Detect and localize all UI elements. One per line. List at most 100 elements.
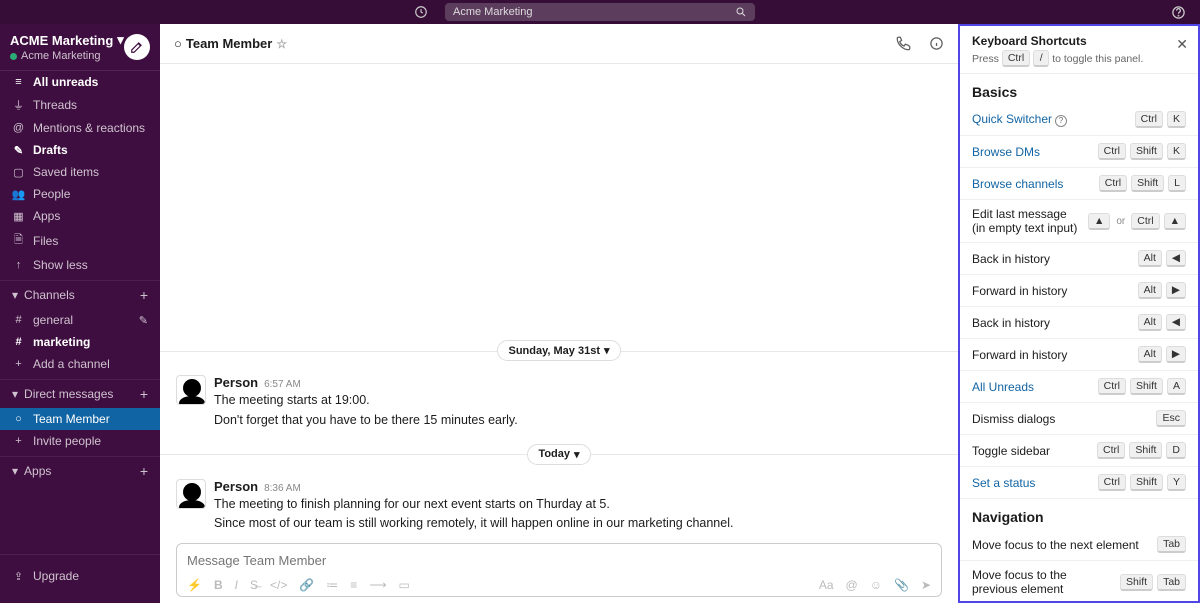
ulist-icon[interactable]: ≡: [350, 578, 357, 592]
nav-icon: ≡: [12, 76, 25, 88]
add-app-icon[interactable]: +: [140, 463, 148, 479]
shortcut-label[interactable]: Browse DMs: [972, 145, 1090, 159]
avatar[interactable]: [176, 375, 206, 405]
key: Ctrl: [1097, 442, 1125, 459]
sidebar: ACME Marketing▾ Acme Marketing ≡All unre…: [0, 24, 160, 603]
shortcut-label[interactable]: All Unreads: [972, 380, 1090, 394]
caret-icon: ▾: [12, 387, 18, 401]
info-icon[interactable]: [929, 36, 944, 51]
bold-icon[interactable]: B: [214, 578, 223, 592]
message-list: Sunday, May 31st▾ Person6:57 AMThe meeti…: [160, 64, 958, 543]
shortcut-row: Move focus to the next elementTab: [960, 529, 1198, 561]
key: Ctrl: [1098, 143, 1126, 160]
hash-icon: #: [12, 314, 25, 326]
key: K: [1167, 143, 1186, 160]
composer-input[interactable]: [187, 553, 931, 568]
attach-icon[interactable]: 📎: [894, 578, 909, 592]
invite-people[interactable]: +Invite people: [0, 430, 160, 452]
shortcut-label: Back in history: [972, 316, 1130, 330]
search-input[interactable]: Acme Marketing: [445, 3, 755, 21]
message-composer[interactable]: ⚡ B I S̶ </> 🔗 ≔ ≡ ⟶ ▭ Aa @ ☺ 📎 ➤: [176, 543, 942, 597]
message[interactable]: Person8:36 AMThe meeting to finish plann…: [160, 475, 958, 538]
nav-mentions-reactions[interactable]: @Mentions & reactions: [0, 117, 160, 139]
shortcuts-title: Keyboard Shortcuts: [972, 34, 1186, 48]
key: Shift: [1130, 474, 1163, 491]
shortcut-row: Dismiss dialogsEsc: [960, 403, 1198, 435]
nav-people[interactable]: 👥People: [0, 183, 160, 205]
upgrade-link[interactable]: ⇪Upgrade: [12, 565, 148, 587]
shortcut-label[interactable]: Browse channels: [972, 177, 1091, 191]
add-channel[interactable]: +Add a channel: [0, 353, 160, 375]
key: Shift: [1130, 378, 1163, 395]
key: ◀: [1166, 314, 1186, 331]
message[interactable]: Person6:57 AMThe meeting starts at 19:00…: [160, 371, 958, 434]
chevron-down-icon: ▾: [574, 448, 580, 461]
star-icon[interactable]: ☆: [276, 37, 287, 51]
shortcut-label: Edit last message (in empty text input): [972, 207, 1080, 235]
emoji-icon[interactable]: ☺: [870, 578, 882, 592]
send-icon[interactable]: ➤: [921, 578, 931, 592]
sender-name[interactable]: Person: [214, 375, 258, 390]
key: ▶: [1166, 346, 1186, 363]
codeblock-icon[interactable]: ▭: [399, 578, 410, 592]
strike-icon[interactable]: S̶: [250, 578, 258, 592]
shortcut-label: Toggle sidebar: [972, 444, 1089, 458]
dm-team-member[interactable]: ○Team Member: [0, 408, 160, 430]
compose-button[interactable]: [124, 34, 150, 60]
apps-section[interactable]: ▾Apps +: [0, 456, 160, 485]
nav-show-less[interactable]: ↑Show less: [0, 254, 160, 276]
shortcut-row: Back in historyAlt◀: [960, 243, 1198, 275]
nav-threads[interactable]: ⏚Threads: [0, 93, 160, 117]
key: K: [1167, 111, 1186, 128]
date-divider[interactable]: Sunday, May 31st▾: [497, 340, 620, 361]
help-icon[interactable]: [1171, 5, 1186, 20]
key: Shift: [1131, 175, 1164, 192]
sender-name[interactable]: Person: [214, 479, 258, 494]
key: Alt: [1138, 314, 1162, 331]
edit-icon[interactable]: ✎: [139, 314, 148, 327]
nav-icon: ▢: [12, 166, 25, 179]
channel-title[interactable]: ○ Team Member ☆: [174, 36, 287, 51]
shortcut-row: Forward in historyAlt▶: [960, 275, 1198, 307]
quote-icon[interactable]: ⟶: [369, 578, 386, 592]
italic-icon[interactable]: I: [235, 578, 238, 592]
channel-general[interactable]: #general✎: [0, 309, 160, 331]
history-icon[interactable]: [414, 5, 428, 19]
nav-all-unreads[interactable]: ≡All unreads: [0, 71, 160, 93]
close-icon[interactable]: ✕: [1176, 36, 1188, 53]
nav-icon: 🗎: [12, 231, 25, 250]
timestamp: 6:57 AM: [264, 379, 301, 390]
format-icon[interactable]: Aa: [819, 578, 834, 592]
key: ▶: [1166, 282, 1186, 299]
help-icon[interactable]: ?: [1055, 115, 1067, 127]
add-dm-icon[interactable]: +: [140, 386, 148, 402]
channel-marketing[interactable]: #marketing: [0, 331, 160, 353]
chevron-down-icon: ▾: [604, 344, 610, 357]
workspace-header[interactable]: ACME Marketing▾ Acme Marketing: [0, 24, 160, 71]
date-divider[interactable]: Today▾: [527, 444, 590, 465]
shortcut-label[interactable]: Set a status: [972, 476, 1090, 490]
avatar[interactable]: [176, 479, 206, 509]
key: Shift: [1129, 442, 1162, 459]
nav-icon: @: [12, 122, 25, 134]
call-icon[interactable]: [896, 36, 911, 51]
shortcut-row: Browse channelsCtrlShiftL: [960, 168, 1198, 200]
channels-section[interactable]: ▾Channels +: [0, 280, 160, 309]
code-icon[interactable]: </>: [270, 578, 287, 592]
mention-icon[interactable]: @: [846, 578, 858, 592]
message-text: Since most of our team is still working …: [214, 514, 733, 533]
key: Shift: [1120, 574, 1153, 591]
nav-apps[interactable]: ▦Apps: [0, 205, 160, 227]
link-icon[interactable]: 🔗: [299, 578, 314, 592]
shortcut-label[interactable]: Quick Switcher?: [972, 112, 1127, 127]
workspace-name: ACME Marketing: [10, 33, 113, 48]
olist-icon[interactable]: ≔: [326, 578, 338, 592]
nav-files[interactable]: 🗎Files: [0, 227, 160, 254]
lightning-icon[interactable]: ⚡: [187, 578, 202, 592]
nav-drafts[interactable]: ✎Drafts: [0, 139, 160, 161]
add-channel-icon[interactable]: +: [140, 287, 148, 303]
dm-section[interactable]: ▾Direct messages +: [0, 379, 160, 408]
message-text: Don't forget that you have to be there 1…: [214, 411, 518, 430]
nav-saved-items[interactable]: ▢Saved items: [0, 161, 160, 183]
shortcut-row: All UnreadsCtrlShiftA: [960, 371, 1198, 403]
